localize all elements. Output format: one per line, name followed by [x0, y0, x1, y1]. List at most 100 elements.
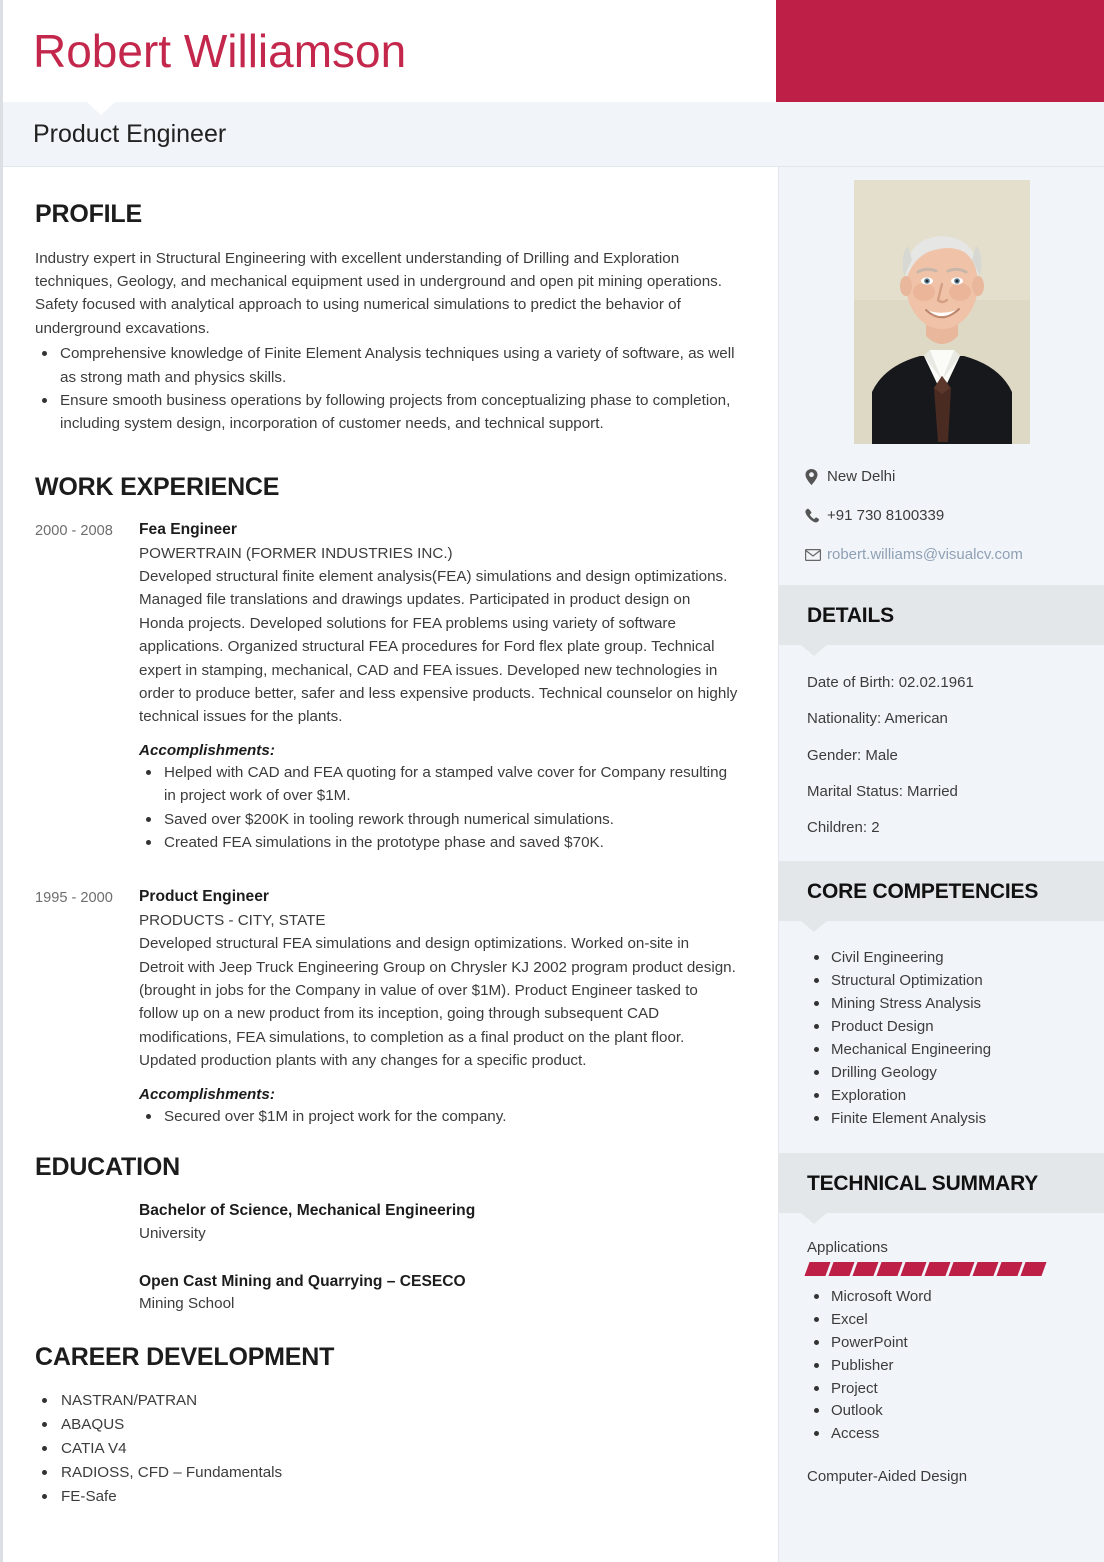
skill-rating-segment: [852, 1261, 879, 1276]
career-development-heading: CAREER DEVELOPMENT: [35, 1342, 335, 1371]
profile-heading: PROFILE: [35, 200, 142, 228]
details-panel-body: Date of Birth: 02.02.1961 Nationality: A…: [779, 645, 1104, 861]
contact-location-text: New Delhi: [827, 468, 896, 485]
list-item: Publisher: [807, 1355, 1084, 1378]
contact-email[interactable]: robert.williams@visualcv.com: [805, 546, 1104, 563]
list-item: Exploration: [807, 1085, 1084, 1108]
core-competencies-panel-header: CORE COMPETENCIES: [779, 861, 1104, 933]
skill-rating-segment: [804, 1261, 831, 1276]
location-pin-icon: [805, 468, 827, 485]
panel-notch-triangle: [801, 645, 827, 656]
education-school: University: [139, 1224, 206, 1242]
skill-rating-segment: [1020, 1261, 1047, 1276]
job-company: POWERTRAIN (FORMER INDUSTRIES INC.): [139, 544, 453, 562]
list-item: Comprehensive knowledge of Finite Elemen…: [35, 342, 738, 389]
job-title: Fea Engineer: [139, 521, 237, 539]
education-school: Mining School: [139, 1295, 235, 1313]
work-experience-section: WORK EXPERIENCE 2000 - 2008 Fea Engineer…: [35, 472, 738, 1128]
list-item: Civil Engineering: [807, 947, 1084, 970]
accomplishments-label: Accomplishments:: [139, 741, 275, 759]
skill-rating-segment: [948, 1261, 975, 1276]
career-development-section: CAREER DEVELOPMENT NASTRAN/PATRAN ABAQUS…: [35, 1342, 738, 1510]
job-title-text: Product Engineer: [33, 119, 227, 148]
contact-location: New Delhi: [805, 468, 1104, 485]
header-accent-block: [776, 0, 1104, 102]
panel-notch-triangle: [801, 921, 827, 933]
contact-block: New Delhi +91 730 8100339 robert.william…: [779, 444, 1104, 585]
list-item: Structural Optimization: [807, 970, 1084, 993]
list-item: Product Design: [807, 1016, 1084, 1039]
job-description: Developed structural FEA simulations and…: [139, 935, 736, 1070]
job-title-bar: Product Engineer: [3, 102, 1104, 167]
job-dates: 1995 - 2000: [35, 890, 113, 907]
work-experience-heading: WORK EXPERIENCE: [35, 472, 280, 501]
resume-page: Robert Williamson Product Engineer PROFI…: [0, 0, 1104, 1562]
avatar: [853, 180, 1030, 444]
sidebar-column: New Delhi +91 730 8100339 robert.william…: [779, 167, 1104, 1562]
profile-bullet-list: Comprehensive knowledge of Finite Elemen…: [35, 342, 738, 436]
education-entry: Bachelor of Science, Mechanical Engineer…: [139, 1199, 738, 1245]
education-degree: Open Cast Mining and Quarrying – CESECO: [139, 1272, 466, 1290]
list-item: Access: [807, 1423, 1084, 1446]
education-degree: Bachelor of Science, Mechanical Engineer…: [139, 1202, 476, 1220]
list-item: Created FEA simulations in the prototype…: [139, 831, 738, 854]
detail-gender: Gender: Male: [807, 746, 898, 764]
list-item: Secured over $1M in project work for the…: [139, 1105, 738, 1128]
list-item: Outlook: [807, 1400, 1084, 1423]
page-title: Robert Williamson: [33, 25, 407, 77]
job-title: Product Engineer: [139, 888, 269, 906]
work-experience-entry: 1995 - 2000 Product Engineer PRODUCTS - …: [35, 886, 738, 1128]
job-description: Developed structural finite element anal…: [139, 567, 738, 726]
list-item: Ensure smooth business operations by fol…: [35, 389, 738, 436]
avatar-wrapper: [779, 167, 1104, 444]
career-development-list: NASTRAN/PATRAN ABAQUS CATIA V4 RADIOSS, …: [35, 1389, 738, 1509]
list-item: Helped with CAD and FEA quoting for a st…: [139, 761, 738, 808]
skill-rating-segment: [924, 1261, 951, 1276]
skill-rating-segment: [900, 1261, 927, 1276]
contact-email-text[interactable]: robert.williams@visualcv.com: [827, 546, 1023, 563]
skill-rating-segment: [972, 1261, 999, 1276]
job-company: PRODUCTS - CITY, STATE: [139, 912, 326, 930]
detail-nationality: Nationality: American: [807, 710, 948, 728]
technical-summary-panel-body: Applications Microsoft Word Excel PowerP…: [779, 1213, 1104, 1514]
list-item: Excel: [807, 1309, 1084, 1332]
contact-phone-text: +91 730 8100339: [827, 507, 945, 524]
resume-header: Robert Williamson: [3, 0, 1104, 102]
accomplishments-label: Accomplishments:: [139, 1085, 275, 1103]
detail-marital-status: Marital Status: Married: [807, 782, 958, 800]
education-section: EDUCATION Bachelor of Science, Mechanica…: [35, 1153, 738, 1316]
details-heading: DETAILS: [807, 604, 894, 627]
technical-summary-list: Microsoft Word Excel PowerPoint Publishe…: [807, 1286, 1084, 1447]
job-details: Fea Engineer POWERTRAIN (FORMER INDUSTRI…: [139, 519, 738, 854]
job-dates: 2000 - 2008: [35, 523, 113, 540]
phone-icon: [805, 508, 827, 523]
list-item: Finite Element Analysis: [807, 1108, 1084, 1131]
list-item: NASTRAN/PATRAN: [35, 1389, 738, 1413]
list-item: FE-Safe: [35, 1485, 738, 1509]
envelope-icon: [805, 548, 827, 561]
profile-paragraph: Industry expert in Structural Engineerin…: [35, 249, 722, 337]
details-panel-header: DETAILS: [779, 585, 1104, 656]
work-experience-entry: 2000 - 2008 Fea Engineer POWERTRAIN (FOR…: [35, 519, 738, 854]
list-item: Project: [807, 1378, 1084, 1401]
core-competencies-panel-body: Civil Engineering Structural Optimizatio…: [779, 921, 1104, 1153]
accomplishments-list: Helped with CAD and FEA quoting for a st…: [139, 761, 738, 855]
list-item: Microsoft Word: [807, 1286, 1084, 1309]
accomplishments-list: Secured over $1M in project work for the…: [139, 1105, 738, 1128]
core-competencies-list: Civil Engineering Structural Optimizatio…: [807, 947, 1084, 1131]
list-item: ABAQUS: [35, 1413, 738, 1437]
list-item: Drilling Geology: [807, 1062, 1084, 1085]
skill-rating-segment: [828, 1261, 855, 1276]
profile-section: PROFILE Industry expert in Structural En…: [35, 200, 738, 436]
detail-date-of-birth: Date of Birth: 02.02.1961: [807, 674, 974, 691]
core-competencies-heading: CORE COMPETENCIES: [807, 880, 1039, 904]
skill-rating-bar: [804, 1261, 1084, 1276]
header-notch-triangle: [87, 102, 115, 115]
education-entry: Open Cast Mining and Quarrying – CESECO …: [139, 1270, 738, 1316]
list-item: CATIA V4: [35, 1437, 738, 1461]
list-item: Mechanical Engineering: [807, 1039, 1084, 1062]
skill-group-label: Computer-Aided Design: [807, 1468, 968, 1486]
contact-phone: +91 730 8100339: [805, 507, 1104, 524]
list-item: Mining Stress Analysis: [807, 993, 1084, 1016]
